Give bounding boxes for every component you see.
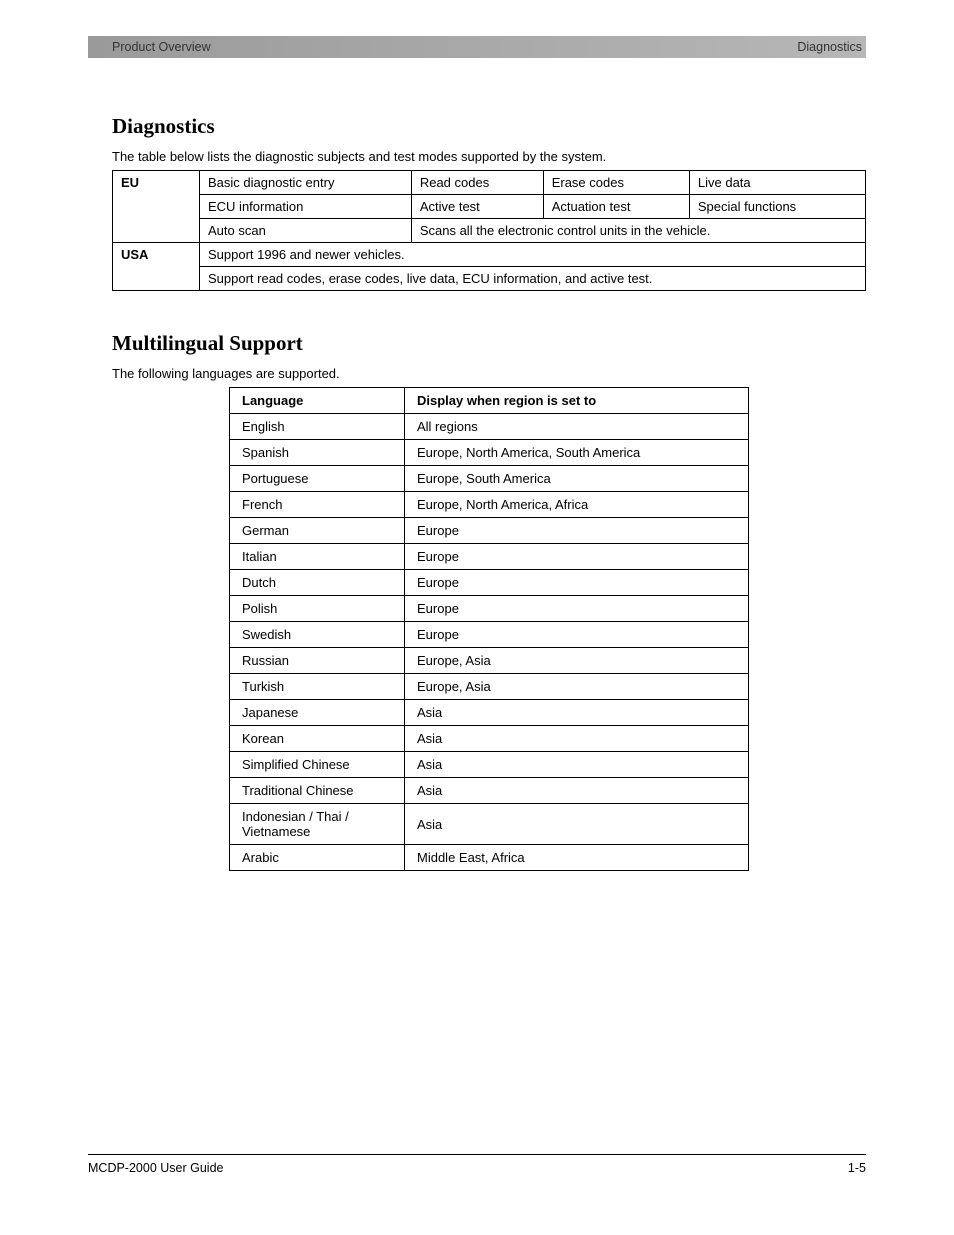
section-caption: The following languages are supported. [112, 366, 866, 381]
table-row: GermanEurope [230, 518, 749, 544]
table-cell: Europe, Asia [405, 648, 749, 674]
table-cell: Japanese [230, 700, 405, 726]
table-cell: Support read codes, erase codes, live da… [200, 267, 866, 291]
table-cell: Auto scan [200, 219, 412, 243]
table-row: JapaneseAsia [230, 700, 749, 726]
table-row: FrenchEurope, North America, Africa [230, 492, 749, 518]
table-cell: Asia [405, 804, 749, 845]
table-cell: French [230, 492, 405, 518]
table-cell: Special functions [689, 195, 865, 219]
table-cell: Actuation test [543, 195, 689, 219]
table-cell: Swedish [230, 622, 405, 648]
table-cell: Russian [230, 648, 405, 674]
table-cell: Europe [405, 596, 749, 622]
table-row: Indonesian / Thai / VietnameseAsia [230, 804, 749, 845]
table-row: ArabicMiddle East, Africa [230, 845, 749, 871]
table-cell: Live data [689, 171, 865, 195]
table-row: SpanishEurope, North America, South Amer… [230, 440, 749, 466]
language-table: Language Display when region is set to E… [229, 387, 749, 871]
footer-right: 1-5 [848, 1161, 866, 1175]
table-cell: Polish [230, 596, 405, 622]
table-row: EnglishAll regions [230, 414, 749, 440]
section-title: Diagnostics [112, 114, 866, 139]
table-header: Display when region is set to [405, 388, 749, 414]
table-row: Language Display when region is set to [230, 388, 749, 414]
table-cell: Europe, South America [405, 466, 749, 492]
diagnostics-table: EU Basic diagnostic entry Read codes Era… [112, 170, 866, 291]
table-cell: Turkish [230, 674, 405, 700]
table-row: Traditional ChineseAsia [230, 778, 749, 804]
row-group-head: USA [113, 243, 200, 291]
table-row: EU Basic diagnostic entry Read codes Era… [113, 171, 866, 195]
table-cell: Asia [405, 752, 749, 778]
table-cell: Europe [405, 622, 749, 648]
row-group-head: EU [113, 171, 200, 243]
table-cell: Active test [411, 195, 543, 219]
table-row: KoreanAsia [230, 726, 749, 752]
table-cell: Erase codes [543, 171, 689, 195]
table-row: Auto scan Scans all the electronic contr… [113, 219, 866, 243]
table-header: Language [230, 388, 405, 414]
table-cell: Middle East, Africa [405, 845, 749, 871]
section-title: Multilingual Support [112, 331, 866, 356]
running-head-right: Diagnostics [797, 40, 862, 54]
table-cell: Basic diagnostic entry [200, 171, 412, 195]
table-row: Simplified ChineseAsia [230, 752, 749, 778]
table-cell: Arabic [230, 845, 405, 871]
table-cell: Europe [405, 544, 749, 570]
table-cell: Support 1996 and newer vehicles. [200, 243, 866, 267]
table-cell: Read codes [411, 171, 543, 195]
table-cell: Dutch [230, 570, 405, 596]
footer-left: MCDP-2000 User Guide [88, 1161, 223, 1175]
table-cell: Asia [405, 778, 749, 804]
table-cell: Traditional Chinese [230, 778, 405, 804]
table-cell: English [230, 414, 405, 440]
table-cell: Simplified Chinese [230, 752, 405, 778]
table-cell: All regions [405, 414, 749, 440]
table-row: PolishEurope [230, 596, 749, 622]
table-cell: German [230, 518, 405, 544]
table-row: DutchEurope [230, 570, 749, 596]
table-cell: Korean [230, 726, 405, 752]
table-cell: Italian [230, 544, 405, 570]
table-cell: Europe [405, 518, 749, 544]
table-row: Support read codes, erase codes, live da… [113, 267, 866, 291]
table-cell: Europe, North America, Africa [405, 492, 749, 518]
table-cell: Scans all the electronic control units i… [411, 219, 865, 243]
table-cell: Europe, Asia [405, 674, 749, 700]
table-cell: Asia [405, 726, 749, 752]
table-cell: Europe, North America, South America [405, 440, 749, 466]
table-row: PortugueseEurope, South America [230, 466, 749, 492]
table-cell: Indonesian / Thai / Vietnamese [230, 804, 405, 845]
table-row: TurkishEurope, Asia [230, 674, 749, 700]
table-row: USA Support 1996 and newer vehicles. [113, 243, 866, 267]
running-head-left: Product Overview [112, 40, 211, 54]
section-caption: The table below lists the diagnostic sub… [112, 149, 866, 164]
table-cell: Spanish [230, 440, 405, 466]
table-row: ECU information Active test Actuation te… [113, 195, 866, 219]
running-head: Product Overview Diagnostics [88, 40, 866, 54]
table-row: RussianEurope, Asia [230, 648, 749, 674]
table-row: SwedishEurope [230, 622, 749, 648]
table-cell: Europe [405, 570, 749, 596]
table-cell: ECU information [200, 195, 412, 219]
page-footer: MCDP-2000 User Guide 1-5 [88, 1154, 866, 1175]
table-cell: Asia [405, 700, 749, 726]
table-cell: Portuguese [230, 466, 405, 492]
table-row: ItalianEurope [230, 544, 749, 570]
